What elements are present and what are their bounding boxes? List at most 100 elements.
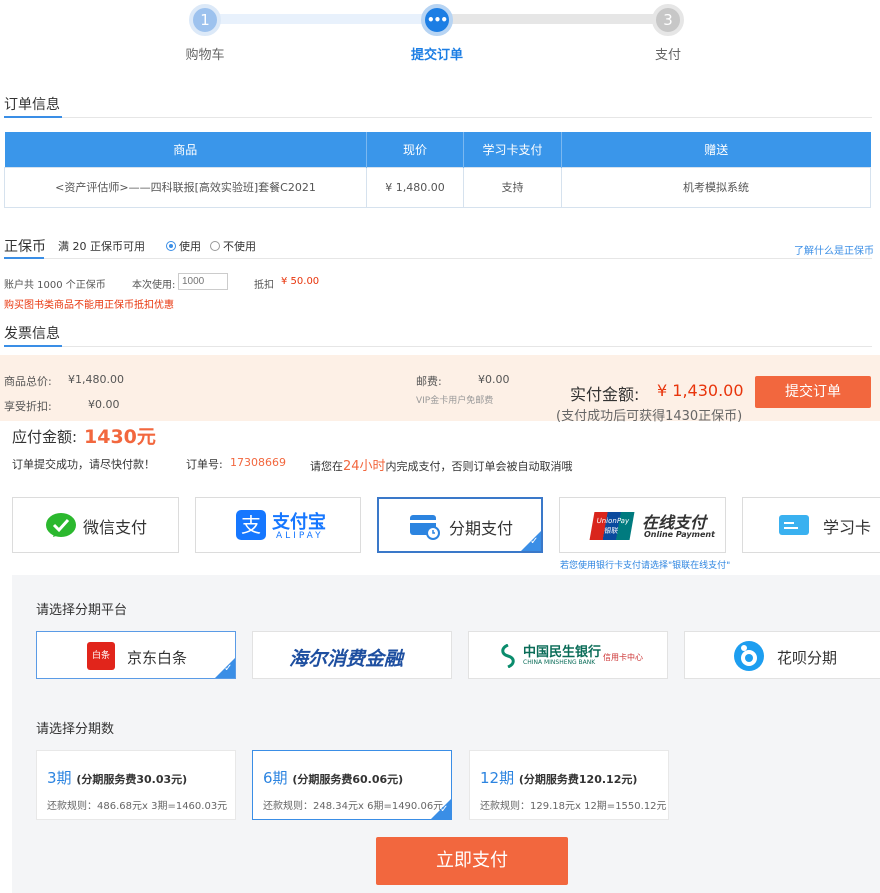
installment-panel: 请选择分期平台 白条 京东白条 海尔消费金融 中国民生银行 CHINA MINS… — [12, 575, 880, 893]
huabei-label: 花呗分期 — [777, 649, 838, 667]
order-no: 17308669 — [230, 456, 286, 469]
order-summary: 商品总价: ¥1,480.00 享受折扣: ¥0.00 邮费: ¥0.00 VI… — [0, 355, 880, 424]
coins-amount-input[interactable] — [178, 273, 228, 290]
wechat-icon — [46, 513, 76, 537]
study-card-icon — [779, 515, 809, 535]
coins-nouse-radio[interactable]: 不使用 — [210, 238, 256, 254]
minsheng-logo-icon — [501, 644, 515, 668]
pay-method-studycard[interactable]: 学习卡 — [742, 497, 880, 553]
coins-title: 正保币 — [4, 239, 46, 255]
alipay-icon: 支 — [236, 510, 266, 540]
platform-minsheng[interactable]: 中国民生银行 CHINA MINSHENG BANK 信用卡中心 — [468, 631, 668, 679]
period-count: 6期 — [263, 769, 288, 787]
step-1-circle: 1 — [189, 4, 221, 36]
wechat-label: 微信支付 — [83, 518, 148, 537]
submit-order-button[interactable]: 提交订单 — [755, 376, 871, 408]
jd-label: 京东白条 — [127, 649, 188, 667]
success-msg: 订单提交成功，请尽快付款！ — [12, 458, 155, 471]
selected-check-icon — [431, 799, 451, 819]
postage-label: 邮费: — [416, 375, 442, 388]
step-2-label: 提交订单 — [410, 48, 463, 63]
postage-value: ¥0.00 — [478, 373, 510, 386]
total-label: 商品总价: — [4, 375, 52, 388]
minsheng-card-center: 信用卡中心 — [603, 653, 643, 662]
period-count: 12期 — [480, 769, 515, 787]
col-price: 现价 — [366, 132, 464, 167]
installment-label: 分期支付 — [449, 519, 514, 538]
actual-value: ¥ 1,430.00 — [657, 381, 744, 400]
order-table: 商品 现价 学习卡支付 赠送 <资产评估师>——四科联报[高效实验班]套餐C20… — [4, 132, 871, 208]
pay-method-installment[interactable]: 分期支付 — [377, 497, 543, 553]
coins-help-link[interactable]: 了解什么是正保币 — [794, 242, 874, 257]
step-1-label: 购物车 — [185, 48, 225, 63]
unionpay-sub: Online Payment — [644, 530, 715, 539]
period-fee: (分期服务费120.12元) — [518, 773, 638, 786]
period-title: 请选择分期数 — [36, 722, 115, 737]
total-value: ¥1,480.00 — [68, 373, 124, 386]
minsheng-label: 中国民生银行 — [523, 645, 602, 660]
due-value: 1430元 — [84, 426, 156, 448]
coins-deduct-label: 抵扣 — [254, 280, 274, 291]
step-track-done — [205, 14, 437, 24]
due-label: 应付金额: — [12, 428, 78, 446]
period-rule: 还款规则：129.18元x 12期=1550.12元 — [480, 801, 667, 812]
invoice-divider — [4, 345, 872, 347]
cell-price: ¥ 1,480.00 — [366, 166, 464, 208]
radio-checked-icon — [166, 241, 176, 251]
progress-steps: 1 ••• 3 购物车 提交订单 支付 — [0, 0, 880, 70]
period-fee: (分期服务费30.03元) — [76, 773, 188, 786]
table-row: <资产评估师>——四科联报[高效实验班]套餐C2021 ¥ 1,480.00 支… — [4, 166, 871, 208]
platform-huabei[interactable]: 花呗分期 — [684, 631, 880, 679]
period-rule: 还款规则：248.34元x 6期=1490.06元 — [263, 801, 444, 812]
platform-haier[interactable]: 海尔消费金融 — [252, 631, 452, 679]
period-fee: (分期服务费60.06元) — [292, 773, 404, 786]
haier-label: 海尔消费金融 — [289, 648, 404, 670]
study-card-label: 学习卡 — [823, 518, 872, 537]
jd-baitiao-icon: 白条 — [87, 642, 115, 670]
deadline-time: 24小时 — [343, 459, 386, 474]
step-3-circle: 3 — [652, 4, 684, 36]
period-option-3[interactable]: 3期 (分期服务费30.03元) 还款规则：486.68元x 3期=1460.0… — [36, 750, 236, 820]
coins-account: 账户共 1000 个正保币 — [4, 280, 106, 291]
pay-now-button[interactable]: 立即支付 — [376, 837, 568, 885]
period-count: 3期 — [47, 769, 72, 787]
vip-note: VIP金卡用户免邮费 — [416, 396, 494, 406]
coins-use-label: 本次使用: — [132, 280, 176, 291]
period-option-6[interactable]: 6期 (分期服务费60.06元) 还款规则：248.34元x 6期=1490.0… — [252, 750, 452, 820]
platform-title: 请选择分期平台 — [36, 603, 128, 618]
alipay-sub: ALIPAY — [276, 531, 324, 541]
cell-card-pay: 支持 — [463, 166, 562, 208]
platform-jd[interactable]: 白条 京东白条 — [36, 631, 236, 679]
selected-check-icon — [215, 658, 235, 678]
coins-deduct-value: ¥ 50.00 — [281, 276, 320, 287]
order-info-title: 订单信息 — [4, 97, 60, 113]
step-2-circle: ••• — [421, 4, 453, 36]
huabei-icon — [734, 641, 764, 671]
order-no-label: 订单号: — [186, 458, 223, 471]
pay-method-alipay[interactable]: 支 支付宝 ALIPAY — [195, 497, 361, 553]
step-track-pending — [437, 14, 669, 24]
bank-tip: 若您使用银行卡支付请选择"银联在线支付" — [560, 561, 731, 571]
deadline-msg: 请您在24小时内完成支付，否则订单会被自动取消哦 — [310, 459, 573, 474]
actual-label: 实付金额: — [570, 385, 640, 404]
period-rule: 还款规则：486.68元x 3期=1460.03元 — [47, 801, 228, 812]
coins-divider — [4, 257, 872, 259]
selected-check-icon — [521, 531, 541, 551]
period-option-12[interactable]: 12期 (分期服务费120.12元) 还款规则：129.18元x 12期=155… — [469, 750, 669, 820]
coins-use-radio[interactable]: 使用 — [166, 238, 201, 254]
coins-warning: 购买图书类商品不能用正保币抵扣优惠 — [4, 300, 174, 311]
order-info-divider — [4, 116, 872, 118]
invoice-title: 发票信息 — [4, 326, 60, 342]
col-gift: 赠送 — [561, 132, 871, 167]
minsheng-sub: CHINA MINSHENG BANK — [523, 659, 596, 666]
cell-gift: 机考模拟系统 — [561, 166, 871, 208]
pay-method-unionpay[interactable]: UnionPay 银联 在线支付 Online Payment — [559, 497, 726, 553]
pay-method-wechat[interactable]: 微信支付 — [12, 497, 179, 553]
installment-card-icon — [410, 515, 440, 540]
coins-rule: 满 20 正保币可用 — [58, 240, 145, 253]
discount-value: ¥0.00 — [88, 398, 120, 411]
discount-label: 享受折扣: — [4, 400, 52, 413]
coin-reward-note: (支付成功后可获得1430正保币) — [556, 409, 743, 424]
col-product: 商品 — [4, 132, 367, 167]
unionpay-icon: UnionPay 银联 — [589, 512, 635, 540]
